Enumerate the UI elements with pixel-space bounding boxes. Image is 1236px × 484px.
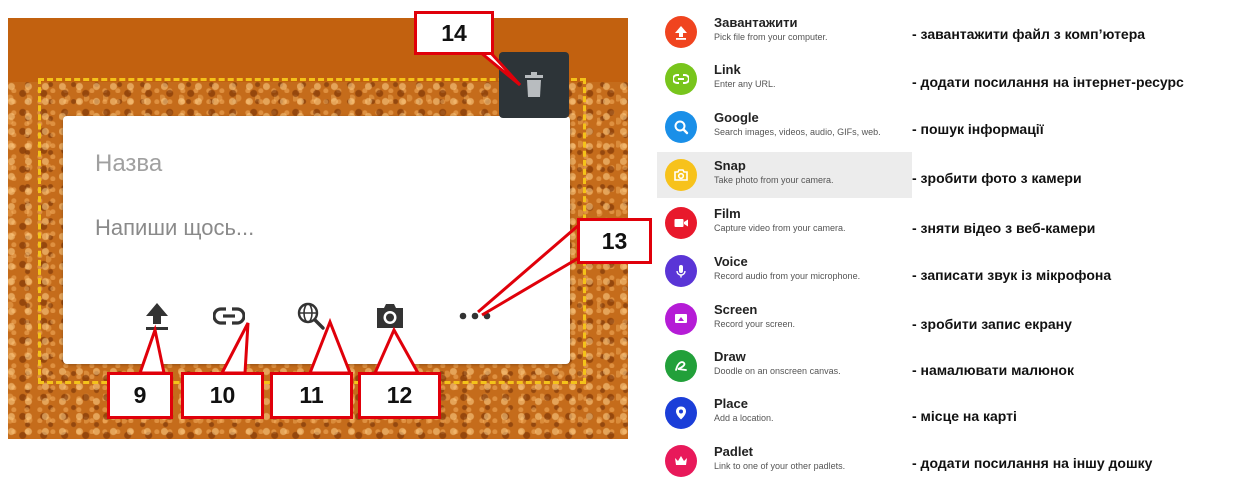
menu-item-subtitle: Doodle on an onscreen canvas. (714, 366, 841, 376)
menu-item-title: Voice (714, 254, 748, 269)
menu-item-google[interactable]: Google Search images, videos, audio, GIFs… (657, 104, 912, 150)
menu-item-subtitle: Search images, videos, audio, GIFs, web. (714, 127, 881, 137)
menu-item-place[interactable]: Place Add a location. (657, 390, 912, 436)
menu-item-snap[interactable]: Snap Take photo from your camera. (657, 152, 912, 198)
pointer-12 (372, 326, 421, 375)
callout-11: 11 (270, 372, 353, 419)
menu-item-description: - намалювати малюнок (912, 362, 1074, 378)
menu-item-description: - завантажити файл з комп’ютера (912, 26, 1146, 42)
menu-item-title: Padlet (714, 444, 754, 459)
pointer-11 (307, 317, 353, 375)
menu-item-description: - місце на карті (912, 408, 1017, 424)
menu-item-description: - зробити фото з камери (912, 170, 1082, 186)
menu-item-subtitle: Pick file from your computer. (714, 32, 828, 42)
callout-14: 14 (414, 11, 494, 55)
menu-item-title: Link (714, 62, 741, 77)
menu-item-film[interactable]: Film Capture video from your camera. (657, 200, 912, 246)
menu-item-draw[interactable]: Draw Doodle on an onscreen canvas. (657, 343, 912, 389)
pointer-13 (477, 222, 583, 317)
pointer-9 (137, 324, 166, 375)
menu-item-subtitle: Add a location. (714, 413, 774, 423)
menu-item-subtitle: Enter any URL. (714, 79, 776, 89)
menu-item-subtitle: Link to one of your other padlets. (714, 461, 846, 471)
callout-10: 10 (181, 372, 264, 419)
callout-9: 9 (107, 372, 173, 419)
menu-item-завантажити[interactable]: Завантажити Pick file from your computer. (657, 9, 912, 55)
menu-item-padlet[interactable]: Padlet Link to one of your other padlets. (657, 438, 912, 484)
link-icon (665, 63, 697, 95)
menu-item-link[interactable]: Link Enter any URL. (657, 56, 912, 102)
menu-item-description: - зняти відео з веб-камери (912, 220, 1096, 236)
menu-item-screen[interactable]: Screen Record your screen. (657, 296, 912, 342)
camera-icon (665, 159, 697, 191)
menu-item-subtitle: Capture video from your camera. (714, 223, 846, 233)
draw-icon (665, 350, 697, 382)
menu-item-title: Google (714, 110, 759, 125)
callout-13: 13 (577, 218, 652, 264)
pointer-10 (219, 322, 250, 375)
menu-item-subtitle: Record audio from your microphone. (714, 271, 861, 281)
pointer-14 (475, 50, 522, 87)
menu-item-title: Draw (714, 349, 746, 364)
menu-item-description: - додати посилання на іншу дошку (912, 455, 1153, 471)
menu-item-title: Screen (714, 302, 758, 317)
search-icon (665, 111, 697, 143)
callout-12: 12 (358, 372, 441, 419)
upload-icon (665, 16, 697, 48)
menu-item-title: Завантажити (714, 15, 798, 30)
menu-item-description: - зробити запис екрану (912, 316, 1072, 332)
menu-item-description: - додати посилання на інтернет-ресурс (912, 74, 1184, 90)
video-camera-icon (665, 207, 697, 239)
menu-item-subtitle: Take photo from your camera. (714, 175, 834, 185)
menu-item-title: Snap (714, 158, 746, 173)
crown-icon (665, 445, 697, 477)
menu-item-description: - пошук інформації (912, 121, 1044, 137)
menu-item-title: Film (714, 206, 741, 221)
menu-item-subtitle: Record your screen. (714, 319, 796, 329)
menu-item-title: Place (714, 396, 748, 411)
screen-record-icon (665, 303, 697, 335)
microphone-icon (665, 255, 697, 287)
menu-item-description: - записати звук із мікрофона (912, 267, 1112, 283)
location-pin-icon (665, 397, 697, 429)
menu-item-voice[interactable]: Voice Record audio from your microphone. (657, 248, 912, 294)
